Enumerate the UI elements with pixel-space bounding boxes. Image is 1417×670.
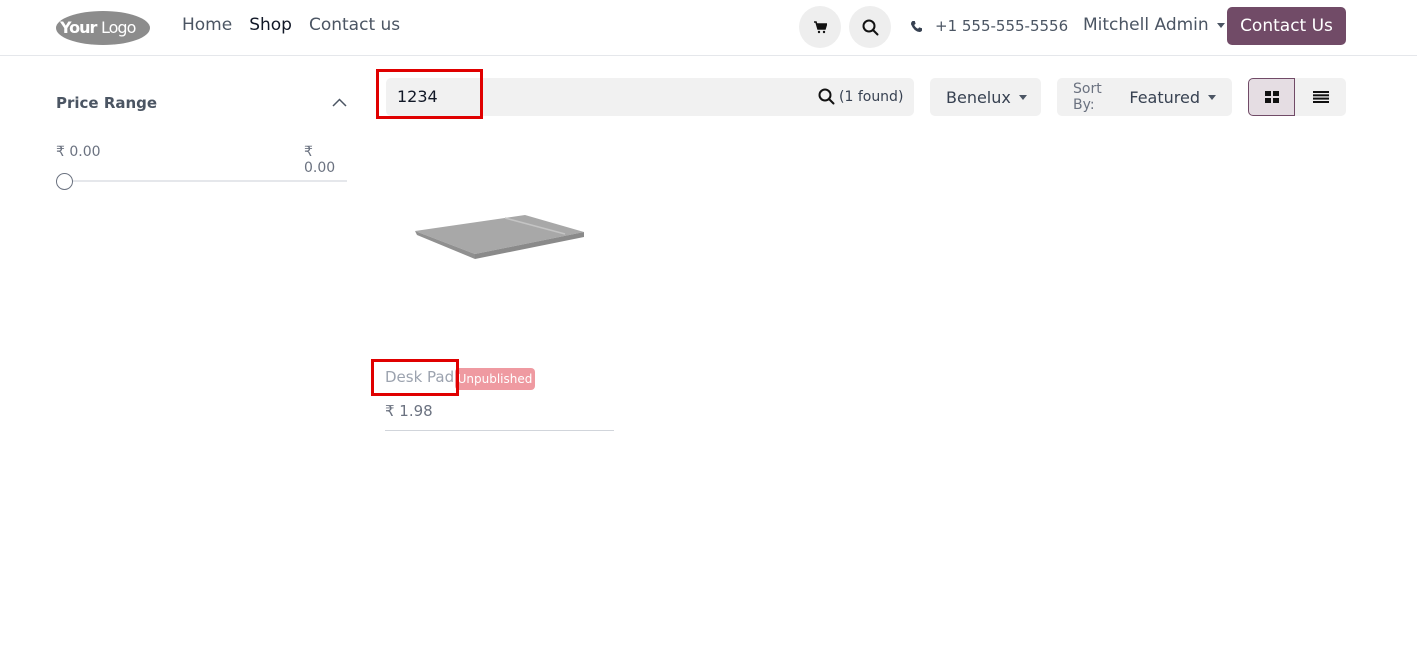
price-max: ₹ 0.00 — [304, 144, 336, 176]
header: Your Logo Home Shop Contact us +1 555-55… — [0, 0, 1417, 56]
list-view-button[interactable] — [1295, 78, 1346, 116]
phone-icon — [911, 20, 922, 32]
cart-icon — [814, 21, 827, 34]
price-slider-track[interactable] — [56, 180, 347, 182]
nav-shop[interactable]: Shop — [249, 15, 292, 35]
list-icon — [1312, 91, 1329, 103]
logo[interactable]: Your Logo — [56, 9, 151, 46]
user-name: Mitchell Admin — [1083, 15, 1209, 35]
sort-dropdown[interactable]: Sort By: Featured — [1057, 78, 1232, 116]
contact-us-button[interactable]: Contact Us — [1227, 7, 1346, 45]
chevron-down-icon — [1018, 94, 1027, 100]
price-min: ₹ 0.00 — [56, 144, 101, 160]
phone-number[interactable]: +1 555-555-5556 — [935, 17, 1068, 35]
main-nav: Home Shop Contact us — [182, 15, 400, 35]
product-image[interactable] — [385, 160, 613, 330]
search-submit[interactable]: (1 found) — [818, 88, 903, 105]
product-divider — [385, 430, 614, 431]
view-toggle — [1248, 78, 1346, 116]
product-price: ₹ 1.98 — [385, 402, 433, 420]
price-range-title: Price Range — [56, 94, 158, 112]
chevron-down-icon — [1216, 22, 1225, 28]
grid-view-button[interactable] — [1248, 78, 1295, 116]
nav-contact-us[interactable]: Contact us — [309, 15, 400, 35]
pricelist-value: Benelux — [946, 87, 1011, 107]
search-button[interactable] — [849, 6, 891, 48]
search-icon — [862, 19, 878, 35]
sort-value: Featured — [1129, 87, 1200, 107]
search-highlight-box — [376, 69, 483, 119]
cart-button[interactable] — [799, 6, 841, 48]
unpublished-badge: Unpublished — [455, 368, 535, 390]
sort-prefix: Sort By: — [1073, 81, 1102, 113]
grid-icon — [1264, 91, 1279, 103]
pricelist-dropdown[interactable]: Benelux — [930, 78, 1041, 116]
phone-contact[interactable]: +1 555-555-5556 — [910, 17, 1068, 35]
svg-text:Your: Your — [59, 18, 98, 37]
svg-text:Logo: Logo — [101, 18, 136, 37]
user-menu[interactable]: Mitchell Admin — [1083, 15, 1225, 35]
nav-home[interactable]: Home — [182, 15, 232, 35]
product-name-highlight-box — [371, 359, 459, 396]
chevron-up-icon[interactable] — [332, 98, 347, 107]
chevron-down-icon — [1208, 94, 1216, 100]
price-slider-thumb[interactable] — [56, 173, 73, 190]
search-icon — [818, 88, 835, 105]
search-result-count: (1 found) — [839, 88, 904, 105]
